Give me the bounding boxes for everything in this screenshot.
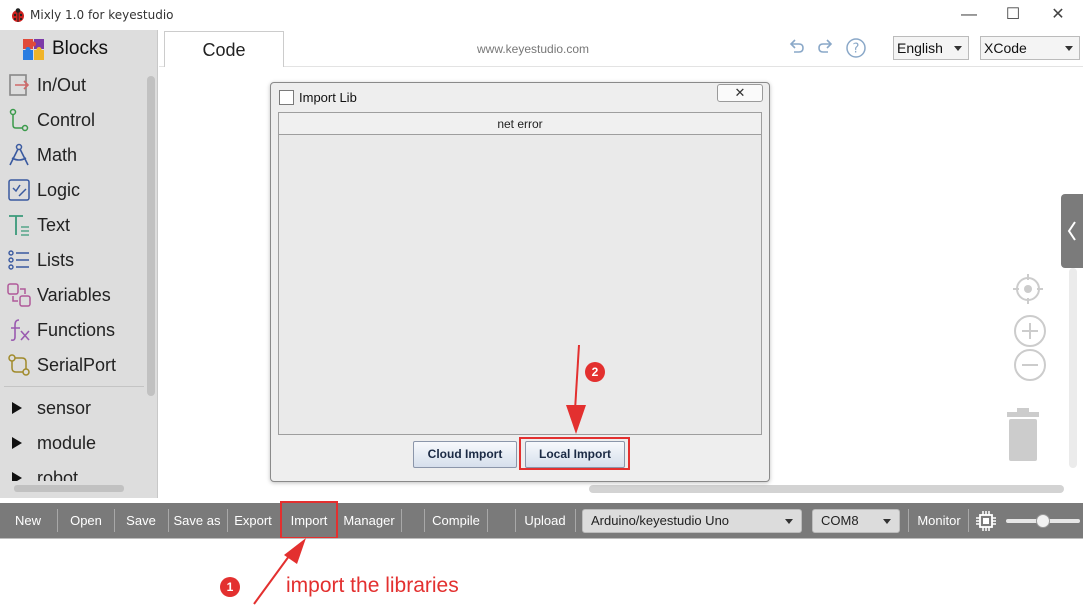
step2-arrow-head bbox=[566, 405, 586, 434]
step1-badge: 1 bbox=[220, 577, 240, 597]
step1-annotation-text: import the libraries bbox=[286, 574, 459, 597]
mixly-window: Mixly 1.0 for keyestudio — ☐ ✕ Blocks In… bbox=[0, 0, 1083, 607]
step2-badge: 2 bbox=[585, 362, 605, 382]
annotation-arrows bbox=[253, 344, 586, 605]
step2-arrow-line bbox=[574, 344, 580, 411]
